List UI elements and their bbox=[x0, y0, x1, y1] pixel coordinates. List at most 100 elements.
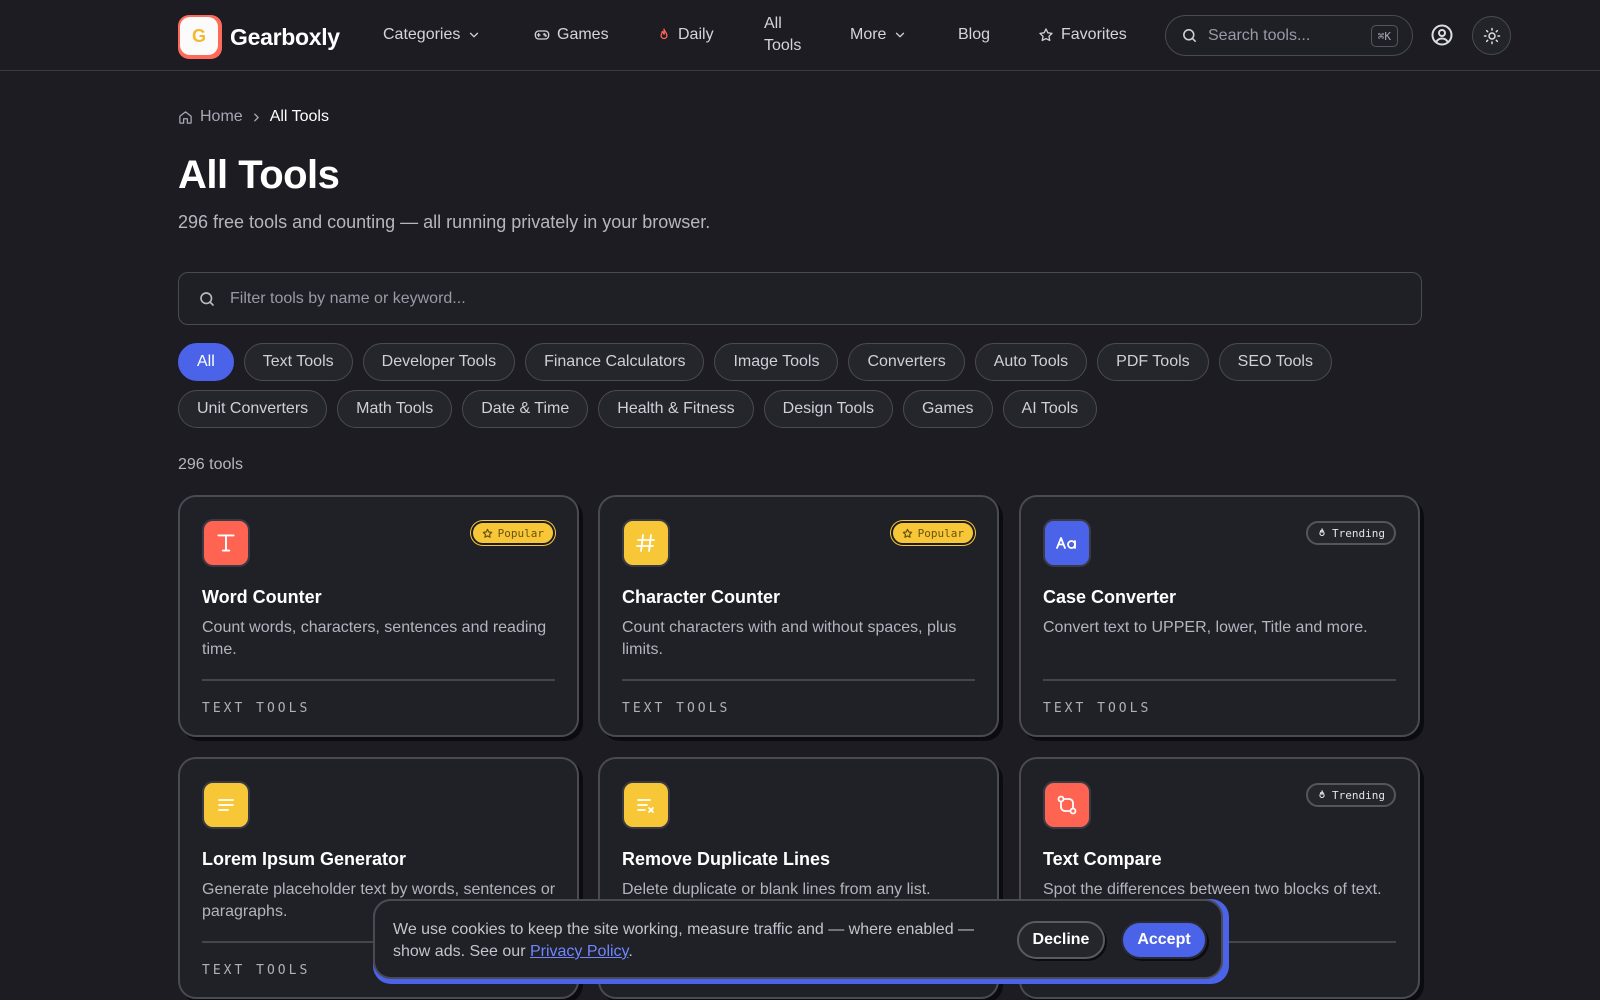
tool-category: TEXT TOOLS bbox=[202, 963, 311, 978]
home-icon bbox=[179, 110, 192, 124]
page-subtitle: 296 free tools and counting — all runnin… bbox=[178, 212, 711, 232]
tool-description: Delete duplicate or blank lines from any… bbox=[622, 881, 931, 898]
tool-filter-placeholder: Filter tools by name or keyword... bbox=[230, 289, 466, 307]
tool-category: TEXT TOOLS bbox=[202, 701, 311, 716]
user-circle-icon bbox=[1431, 24, 1453, 46]
shortcut-hint: ⌘K bbox=[1370, 25, 1398, 47]
list-remove-icon bbox=[622, 781, 670, 829]
tool-count: 296 tools bbox=[178, 456, 243, 473]
nav-daily-label: Daily bbox=[678, 26, 714, 43]
trending-badge: Trending bbox=[1306, 521, 1396, 545]
nav-blog-label: Blog bbox=[958, 26, 991, 43]
popular-badge: Popular bbox=[890, 521, 975, 545]
theme-toggle-button[interactable] bbox=[1472, 16, 1511, 55]
badge-label: Trending bbox=[1332, 788, 1385, 802]
chip-seo-tools[interactable]: SEO Tools bbox=[1218, 343, 1332, 381]
tool-description: Count words, characters, sentences and r… bbox=[202, 619, 547, 658]
chip-developer-tools[interactable]: Developer Tools bbox=[362, 343, 516, 381]
badge-label: Popular bbox=[497, 526, 544, 540]
gamepad-icon bbox=[534, 30, 550, 40]
chevron-down-icon bbox=[896, 32, 905, 38]
tool-category: TEXT TOOLS bbox=[1043, 701, 1152, 716]
flame-icon bbox=[660, 28, 668, 40]
tool-title: Lorem Ipsum Generator bbox=[202, 849, 407, 869]
tool-title: Remove Duplicate Lines bbox=[622, 849, 831, 869]
tool-title: Character Counter bbox=[622, 587, 781, 607]
nav-daily[interactable]: Daily bbox=[657, 0, 714, 70]
tool-title: Case Converter bbox=[1043, 587, 1177, 607]
chip-auto-tools[interactable]: Auto Tools bbox=[974, 343, 1088, 381]
cookie-text: We use cookies to keep the site working,… bbox=[393, 921, 975, 960]
card-divider bbox=[202, 679, 555, 681]
flame-icon bbox=[1317, 789, 1327, 801]
align-left-icon bbox=[202, 781, 250, 829]
nav-all-tools-label: All Tools bbox=[764, 15, 802, 54]
chip-design-tools[interactable]: Design Tools bbox=[763, 390, 893, 428]
brand-name: Gearboxly bbox=[230, 23, 340, 50]
star-icon bbox=[902, 528, 913, 539]
search-icon bbox=[1183, 29, 1196, 42]
breadcrumb: Home All Tools bbox=[178, 108, 329, 126]
letter-t-icon bbox=[202, 519, 250, 567]
case-icon bbox=[1043, 519, 1091, 567]
tool-description: Convert text to UPPER, lower, Title and … bbox=[1043, 619, 1368, 636]
nav-games-label: Games bbox=[557, 26, 609, 43]
privacy-policy-link[interactable]: Privacy Policy bbox=[530, 943, 628, 960]
chip-ai-tools[interactable]: AI Tools bbox=[1002, 390, 1098, 428]
chip-math-tools[interactable]: Math Tools bbox=[337, 390, 453, 428]
chip-text-tools[interactable]: Text Tools bbox=[243, 343, 353, 381]
nav-more-label: More bbox=[850, 26, 887, 43]
card-divider bbox=[622, 679, 975, 681]
global-search[interactable]: Search tools... ⌘K bbox=[1165, 15, 1413, 56]
account-button[interactable] bbox=[1429, 22, 1455, 48]
decline-button[interactable]: Decline bbox=[1017, 921, 1105, 959]
sun-icon bbox=[1483, 27, 1500, 44]
tool-filter-input[interactable]: Filter tools by name or keyword... bbox=[178, 272, 1422, 325]
chip-date-and-time[interactable]: Date & Time bbox=[462, 390, 589, 428]
badge-label: Trending bbox=[1332, 526, 1385, 540]
page-title: All Tools bbox=[178, 153, 340, 197]
git-compare-icon bbox=[1043, 781, 1091, 829]
top-navigation: G Gearboxly Categories Games Daily All T… bbox=[0, 0, 1600, 71]
chip-all[interactable]: All bbox=[178, 343, 234, 381]
tool-card-character-counter[interactable]: Popular Character Counter Count characters… bbox=[598, 495, 999, 737]
category-chips: All Text Tools Developer Tools Finance Calc… bbox=[178, 343, 1428, 437]
star-icon bbox=[1039, 28, 1053, 42]
logo-letter: G bbox=[180, 17, 218, 55]
tool-description: Spot the differences between two blocks … bbox=[1043, 881, 1382, 898]
tool-description: Count characters with and without spaces… bbox=[622, 619, 957, 658]
logo-mark: G bbox=[178, 15, 222, 59]
chip-converters[interactable]: Converters bbox=[848, 343, 965, 381]
nav-games[interactable]: Games bbox=[534, 0, 609, 70]
chip-finance-calculators[interactable]: Finance Calculators bbox=[525, 343, 705, 381]
tool-category: TEXT TOOLS bbox=[622, 701, 731, 716]
tool-title: Word Counter bbox=[202, 587, 322, 607]
chip-pdf-tools[interactable]: PDF Tools bbox=[1097, 343, 1209, 381]
chip-games[interactable]: Games bbox=[902, 390, 993, 428]
star-icon bbox=[482, 528, 493, 539]
brand-logo[interactable]: G Gearboxly bbox=[178, 15, 340, 59]
nav-favorites[interactable]: Favorites bbox=[1038, 0, 1127, 70]
accept-button[interactable]: Accept bbox=[1121, 921, 1207, 959]
tool-title: Text Compare bbox=[1043, 849, 1162, 869]
chip-image-tools[interactable]: Image Tools bbox=[714, 343, 839, 381]
popular-badge: Popular bbox=[470, 521, 555, 545]
nav-more[interactable]: More bbox=[850, 0, 907, 70]
tool-card-word-counter[interactable]: Popular Word Counter Count words, characte… bbox=[178, 495, 579, 737]
nav-favorites-label: Favorites bbox=[1061, 26, 1127, 43]
tool-card-case-converter[interactable]: Trending Case Converter Convert text to UP… bbox=[1019, 495, 1420, 737]
cookie-message: We use cookies to keep the site working,… bbox=[393, 919, 993, 963]
chip-row: All Text Tools Developer Tools Finance Calc… bbox=[178, 343, 1428, 381]
nav-blog[interactable]: Blog bbox=[958, 0, 990, 70]
cookie-banner-panel: We use cookies to keep the site working,… bbox=[373, 899, 1223, 979]
chevron-down-icon bbox=[470, 32, 479, 38]
breadcrumb-home[interactable]: Home bbox=[200, 108, 243, 126]
chip-unit-converters[interactable]: Unit Converters bbox=[178, 390, 328, 428]
cookie-banner: We use cookies to keep the site working,… bbox=[373, 899, 1229, 984]
nav-categories[interactable]: Categories bbox=[383, 0, 481, 70]
global-search-placeholder: Search tools... bbox=[1208, 26, 1311, 44]
flame-icon bbox=[1317, 527, 1327, 539]
chip-health-and-fitness[interactable]: Health & Fitness bbox=[598, 390, 754, 428]
nav-categories-label: Categories bbox=[383, 26, 461, 43]
nav-all-tools[interactable]: All Tools bbox=[764, 0, 812, 70]
